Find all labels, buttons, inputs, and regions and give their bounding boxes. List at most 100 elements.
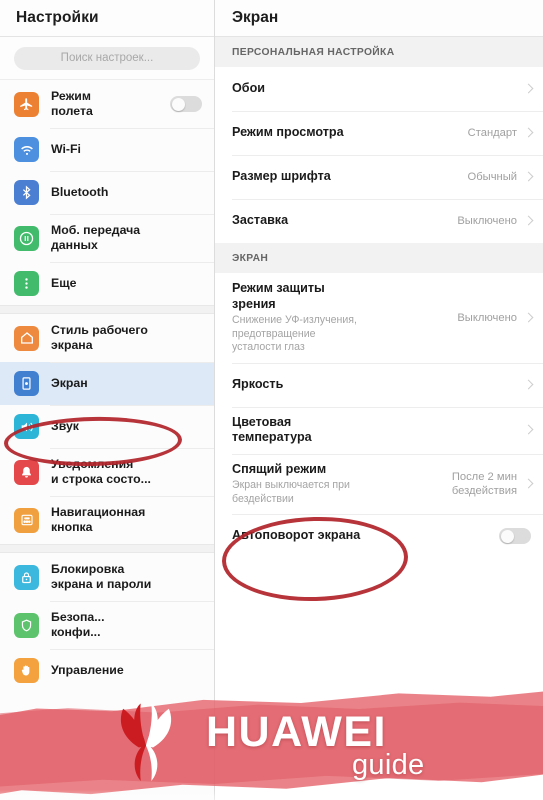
row-main: Спящий режим Экран выключается при безде… xyxy=(232,454,452,515)
sidebar-item-label: Wi-Fi xyxy=(51,142,81,156)
sidebar-item-display[interactable]: Экран xyxy=(0,362,214,405)
section-header-personalization: ПЕРСОНАЛЬНАЯ НАСТРОЙКА xyxy=(215,37,543,67)
row-main: Обои xyxy=(232,73,517,105)
sidebar-item-bluetooth[interactable]: Bluetooth xyxy=(0,171,214,214)
sidebar-item-label: Уведомления и строка состо... xyxy=(51,457,151,486)
sidebar-group-device: Стиль рабочего экрана Экран Звук Уведомл… xyxy=(0,314,214,544)
sidebar-item-sound[interactable]: Звук xyxy=(0,405,214,448)
sound-icon xyxy=(14,414,39,439)
airplane-mode-toggle[interactable] xyxy=(170,96,202,112)
mobile-data-icon xyxy=(14,225,39,251)
row-auto-rotate[interactable]: Автоповорот экрана xyxy=(215,514,543,558)
row-subtitle: Экран выключается при бездействии xyxy=(232,479,350,505)
display-settings-detail: Экран ПЕРСОНАЛЬНАЯ НАСТРОЙКА Обои Режим … xyxy=(215,0,543,800)
row-eye-comfort[interactable]: Режим защиты зрения Снижение УФ-излучени… xyxy=(215,273,543,363)
row-main: Режим просмотра xyxy=(232,117,468,149)
chevron-right-icon xyxy=(524,126,533,140)
row-main: Заставка xyxy=(232,205,457,237)
more-dots-icon xyxy=(14,271,39,296)
sidebar-item-label: Блокировка экрана и пароли xyxy=(51,562,152,591)
home-screen-icon xyxy=(14,325,39,351)
sidebar-item-notifications[interactable]: Уведомления и строка состо... xyxy=(0,448,214,496)
sidebar-header: Настройки xyxy=(0,0,214,37)
sidebar-item-mobile-data[interactable]: Моб. передача данных xyxy=(0,214,214,262)
security-icon xyxy=(14,612,39,638)
row-title: Яркость xyxy=(232,376,284,391)
chevron-right-icon xyxy=(524,170,533,184)
sidebar-item-label: Стиль рабочего экрана xyxy=(51,323,148,352)
section-header-screen: ЭКРАН xyxy=(215,243,543,273)
sidebar-item-wifi[interactable]: Wi-Fi xyxy=(0,128,214,171)
sidebar-divider xyxy=(0,305,214,314)
row-title: Автоповорот экрана xyxy=(232,528,361,543)
detail-title: Экран xyxy=(232,9,279,26)
row-title: Режим просмотра xyxy=(232,125,344,140)
row-value: Выключено xyxy=(457,215,517,227)
chevron-right-icon xyxy=(524,311,533,325)
settings-sidebar: Настройки Поиск настроек... Режим полета… xyxy=(0,0,215,800)
row-title: Заставка xyxy=(232,213,289,228)
sidebar-item-airplane-mode[interactable]: Режим полета xyxy=(0,80,214,128)
row-main: Цветовая температура xyxy=(232,407,517,454)
sidebar-item-home-screen-style[interactable]: Стиль рабочего экрана xyxy=(0,314,214,362)
row-value: Выключено xyxy=(457,311,517,324)
chevron-right-icon xyxy=(524,477,533,491)
sidebar-item-label: Еще xyxy=(51,276,77,290)
row-main: Размер шрифта xyxy=(232,161,468,193)
row-value: После 2 мин бездействия xyxy=(451,470,517,497)
sidebar-item-navigation-key[interactable]: Навигационная кнопка xyxy=(0,496,214,544)
sidebar-item-security-privacy[interactable]: Безопа... конфи... xyxy=(0,601,214,649)
search-input[interactable]: Поиск настроек... xyxy=(14,46,200,70)
bell-icon xyxy=(14,459,39,485)
sidebar-item-label: Безопа... конфи... xyxy=(51,610,105,639)
row-brightness[interactable]: Яркость xyxy=(215,362,543,407)
row-main: Режим защиты зрения Снижение УФ-излучени… xyxy=(232,273,457,363)
sidebar-group-connectivity: Режим полета Wi-Fi Bluetooth Моб. переда… xyxy=(0,80,214,305)
sidebar-item-label: Звук xyxy=(51,419,79,433)
sidebar-item-lock-screen[interactable]: Блокировка экрана и пароли xyxy=(0,553,214,601)
row-title: Обои xyxy=(232,81,266,96)
page-title: Настройки xyxy=(16,9,99,26)
sidebar-item-label: Навигационная кнопка xyxy=(51,505,146,534)
chevron-right-icon xyxy=(524,423,533,437)
sidebar-divider xyxy=(0,544,214,553)
sidebar-item-label: Режим полета xyxy=(51,89,93,118)
airplane-icon xyxy=(14,91,39,117)
row-main: Яркость xyxy=(232,369,517,401)
hand-icon xyxy=(14,658,39,683)
row-view-mode[interactable]: Режим просмотра Стандарт xyxy=(215,111,543,155)
bluetooth-icon xyxy=(14,180,39,205)
chevron-right-icon xyxy=(524,378,533,392)
row-subtitle: Снижение УФ-излучения, предотвращение ус… xyxy=(232,314,357,353)
wifi-icon xyxy=(14,137,39,162)
auto-rotate-toggle[interactable] xyxy=(499,528,531,544)
phone-settings-screenshot: Настройки Поиск настроек... Режим полета… xyxy=(0,0,543,800)
row-title: Спящий режим xyxy=(232,461,327,476)
search-placeholder: Поиск настроек... xyxy=(60,52,154,64)
lock-icon xyxy=(14,564,39,590)
chevron-right-icon xyxy=(524,82,533,96)
row-title: Режим защиты зрения xyxy=(232,281,325,311)
sidebar-item-label: Моб. передача данных xyxy=(51,223,141,252)
row-value: Обычный xyxy=(467,171,517,183)
row-title: Размер шрифта xyxy=(232,169,331,184)
row-sleep-mode[interactable]: Спящий режим Экран выключается при безде… xyxy=(215,453,543,515)
row-wallpaper[interactable]: Обои xyxy=(215,67,543,111)
row-color-temperature[interactable]: Цветовая температура xyxy=(215,406,543,454)
sidebar-item-label: Экран xyxy=(51,376,88,390)
sidebar-item-more[interactable]: Еще xyxy=(0,262,214,305)
row-title: Цветовая температура xyxy=(232,414,312,445)
sidebar-group-privacy: Блокировка экрана и пароли Безопа... кон… xyxy=(0,553,214,692)
sidebar-item-label: Bluetooth xyxy=(51,185,109,199)
row-main: Автоповорот экрана xyxy=(232,520,499,552)
row-font-size[interactable]: Размер шрифта Обычный xyxy=(215,155,543,199)
search-bar-container: Поиск настроек... xyxy=(0,37,214,80)
navigation-key-icon xyxy=(14,507,39,533)
detail-header: Экран xyxy=(215,0,543,37)
display-icon xyxy=(14,371,39,396)
row-value: Стандарт xyxy=(467,127,517,139)
chevron-right-icon xyxy=(524,214,533,228)
sidebar-item-management[interactable]: Управление xyxy=(0,649,214,692)
row-screensaver[interactable]: Заставка Выключено xyxy=(215,199,543,243)
sidebar-item-label: Управление xyxy=(51,663,124,677)
